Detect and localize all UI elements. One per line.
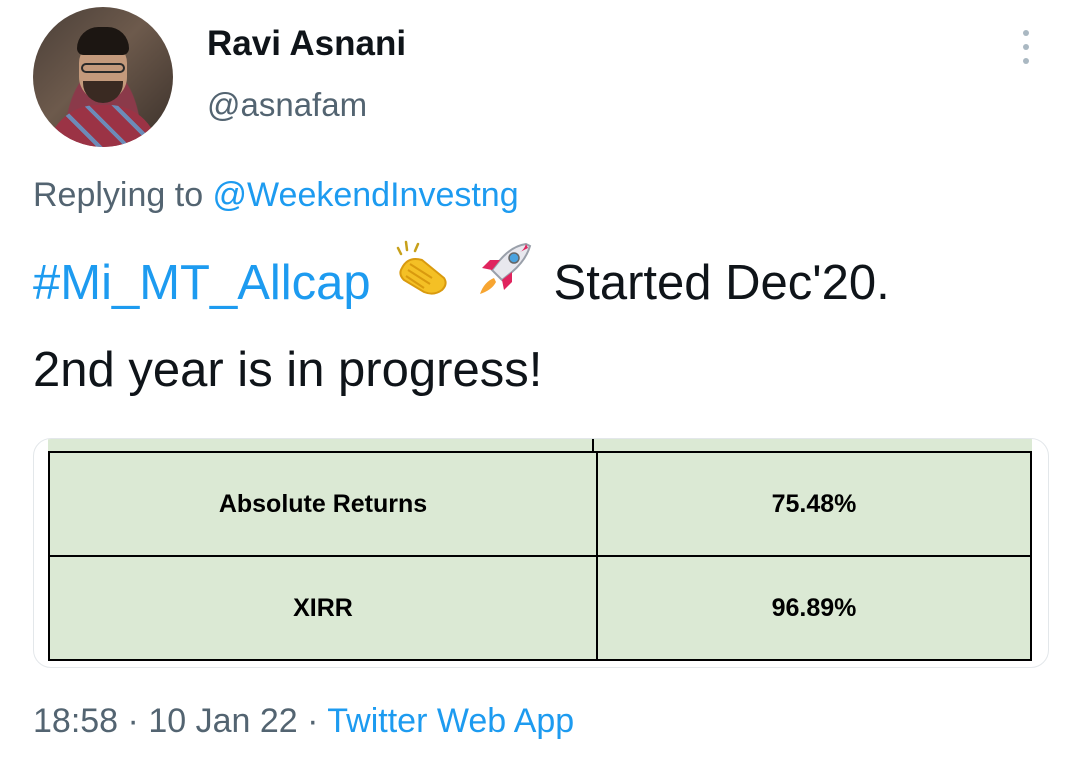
tweet-date[interactable]: 10 Jan 22 [148, 702, 297, 740]
tweet-footer: 18:58 · 10 Jan 22 · Twitter Web App [33, 702, 574, 741]
more-dot [1023, 30, 1029, 36]
tweet-time[interactable]: 18:58 [33, 702, 118, 740]
tweet-source-link[interactable]: Twitter Web App [327, 702, 574, 740]
table-cell-label: XIRR [48, 555, 598, 661]
avatar[interactable] [33, 7, 173, 147]
hashtag-link[interactable]: #Mi_MT_Allcap [33, 256, 371, 310]
more-options-icon[interactable] [1016, 30, 1036, 64]
rocket-icon [474, 238, 536, 323]
more-dot [1023, 58, 1029, 64]
reply-to-handle-link[interactable]: @WeekendInvestng [213, 176, 519, 214]
author-handle[interactable]: @asnafam [207, 86, 367, 124]
avatar-shirt [47, 105, 159, 147]
avatar-hair [77, 27, 129, 55]
table-top-strip [48, 439, 1032, 451]
table-row: Absolute Returns 75.48% [48, 451, 1032, 557]
table-cell-value: 75.48% [596, 451, 1032, 557]
replying-to-line: Replying to @WeekendInvestng [33, 176, 519, 215]
table-cell-value: 96.89% [596, 555, 1032, 661]
footer-separator: · [297, 702, 328, 740]
clapping-hands-icon [388, 238, 452, 323]
returns-table: Absolute Returns 75.48% XIRR 96.89% [48, 451, 1032, 661]
tweet-image-card[interactable]: Absolute Returns 75.48% XIRR 96.89% [33, 438, 1049, 668]
more-dot [1023, 44, 1029, 50]
replying-prefix: Replying to [33, 176, 213, 214]
tweet-text: #Mi_MT_Allcap Started Dec'20. 2nd year i… [33, 240, 1063, 411]
avatar-beard [83, 81, 123, 103]
table-cell-label: Absolute Returns [48, 451, 598, 557]
avatar-glasses [81, 63, 125, 73]
author-display-name[interactable]: Ravi Asnani [207, 24, 406, 64]
table-top-divider [592, 439, 594, 451]
table-row: XIRR 96.89% [48, 555, 1032, 661]
tweet-text-line-2: 2nd year is in progress! [33, 342, 543, 397]
tweet-text-after-emojis: Started Dec'20. [539, 256, 890, 310]
footer-separator: · [118, 702, 149, 740]
